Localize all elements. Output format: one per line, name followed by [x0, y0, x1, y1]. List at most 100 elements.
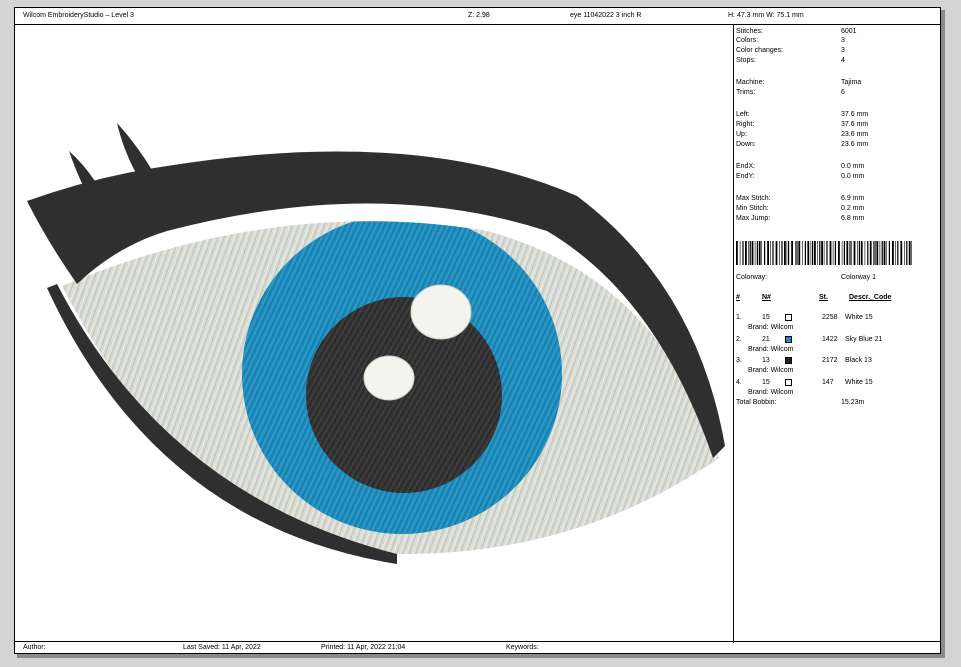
- thread-description: White 15: [845, 314, 873, 321]
- stat-value: 23.6 mm: [841, 131, 869, 138]
- stat-label: Down:: [736, 141, 756, 148]
- barcode-bar: [888, 241, 890, 265]
- stat-value: 3: [841, 37, 845, 44]
- barcode-bar: [829, 241, 832, 265]
- barcode-bar: [908, 241, 911, 265]
- eye-embroidery: [27, 123, 725, 564]
- stat-label: Colors:: [736, 37, 759, 44]
- thread-index: 1.: [736, 314, 742, 321]
- stat-value: 6.8 mm: [841, 215, 865, 222]
- stat-value: 6.9 mm: [841, 195, 865, 202]
- stat-row: Up: 23.6 mm: [736, 131, 936, 141]
- barcode-bar: [802, 241, 803, 265]
- stat-label: Min Stitch:: [736, 205, 769, 212]
- thread-stitches: 1422: [822, 335, 838, 343]
- barcode-bar: [770, 241, 771, 265]
- barcode-bar: [761, 241, 762, 265]
- stat-label: Color changes:: [736, 47, 784, 54]
- page-shadow-right: [941, 10, 945, 658]
- stat-row: Machine: Tajima: [736, 79, 936, 89]
- stat-label: Machine:: [736, 79, 765, 86]
- stat-row: Max Stitch: 6.9 mm: [736, 195, 936, 205]
- barcode-bar: [807, 241, 810, 265]
- barcode-bar: [841, 241, 843, 265]
- barcode-bar: [754, 241, 756, 265]
- stat-label: Max Stitch:: [736, 195, 771, 202]
- thread-table-header: # N# St. Descr._Code: [736, 294, 936, 304]
- barcode-bar: [838, 241, 840, 265]
- last-saved: Last Saved: 11 Apr, 2022: [183, 644, 261, 651]
- stat-row: EndY: 0.0 mm: [736, 173, 936, 183]
- thread-swatch: [785, 378, 792, 386]
- barcode-bar: [874, 241, 876, 265]
- thread-index: 3.: [736, 357, 742, 364]
- barcode-bar: [819, 241, 821, 265]
- thread-number: 15: [762, 378, 770, 386]
- stat-value: 23.6 mm: [841, 141, 869, 148]
- barcode-bar: [775, 241, 778, 265]
- barcode-bar: [772, 241, 774, 265]
- thread-row: 4. 15 147 White 15 Brand: Wilcom: [736, 378, 936, 401]
- colorway-row: Colorway: Colorway 1: [736, 274, 936, 284]
- stat-value: 0.0 mm: [841, 173, 865, 180]
- barcode-bar: [821, 241, 823, 265]
- barcode-bar: [764, 241, 766, 265]
- barcode-bar: [858, 241, 860, 265]
- stat-label: Up:: [736, 131, 747, 138]
- barcode-bar: [791, 241, 793, 265]
- barcode-bar: [751, 241, 754, 265]
- colorway-value: Colorway 1: [841, 274, 877, 281]
- bobbin-row: Total Bobbin: 15.23m: [736, 399, 936, 409]
- keywords-label: Keywords:: [506, 644, 539, 651]
- barcode-bar: [832, 241, 834, 265]
- print-preview-page: Wilcom EmbroideryStudio – Level 3 Z: 2.9…: [14, 7, 941, 654]
- thread-number: 15: [762, 314, 770, 321]
- app-title: Wilcom EmbroideryStudio – Level 3: [23, 12, 134, 19]
- barcode-bar: [767, 241, 769, 265]
- barcode-bar: [876, 241, 879, 265]
- bobbin-value: 15.23m: [841, 399, 865, 406]
- divider: [733, 25, 734, 643]
- stat-label: Trims:: [736, 89, 756, 96]
- col-number: N#: [762, 294, 771, 301]
- thread-stitches: 2258: [822, 314, 838, 321]
- barcode-bar: [798, 241, 801, 265]
- barcode-bar: [748, 241, 749, 265]
- barcode-bar: [823, 241, 825, 265]
- zoom-readout: Z: 2.98: [468, 12, 490, 19]
- barcode-bar: [834, 241, 836, 265]
- stat-value: 37.6 mm: [841, 121, 869, 128]
- stat-label: Left:: [736, 111, 750, 118]
- col-description: Descr._Code: [849, 294, 892, 301]
- barcode-bar: [869, 241, 872, 265]
- barcode-bar: [853, 241, 856, 265]
- barcode-bar: [779, 241, 780, 265]
- barcode-bar: [788, 241, 790, 265]
- barcode-bar: [873, 241, 874, 265]
- stat-row: Stops: 4: [736, 57, 936, 67]
- barcode-bar: [749, 241, 751, 265]
- barcode-bar: [886, 241, 887, 265]
- highlight-large: [410, 284, 472, 340]
- design-size: H: 47.3 mm W: 75.1 mm: [728, 12, 804, 19]
- barcode-bar: [826, 241, 828, 265]
- stat-value: 6: [841, 89, 845, 96]
- barcode-bar: [804, 241, 806, 265]
- thread-number: 13: [762, 357, 770, 364]
- stat-label: Right:: [736, 121, 755, 128]
- barcode-bar: [867, 241, 869, 265]
- barcode-bar: [864, 241, 866, 265]
- barcode-bar: [810, 241, 812, 265]
- thread-row: 2. 21 1422 Sky Blue 21 Brand: Wilcom: [736, 335, 936, 358]
- stat-row: Down: 23.6 mm: [736, 141, 936, 151]
- bobbin-label: Total Bobbin:: [736, 399, 777, 406]
- design-name: eye 11042022 3 inch R: [570, 12, 642, 19]
- barcode-bar: [846, 241, 849, 265]
- barcode-bar: [897, 241, 899, 265]
- stat-value: 4: [841, 57, 845, 64]
- barcode-bar: [786, 241, 788, 265]
- stat-row: Min Stitch: 0.2 mm: [736, 205, 936, 215]
- thread-brand: Brand: Wilcom: [748, 388, 794, 396]
- thread-index: 4.: [736, 378, 742, 386]
- stat-row: Right: 37.6 mm: [736, 121, 936, 131]
